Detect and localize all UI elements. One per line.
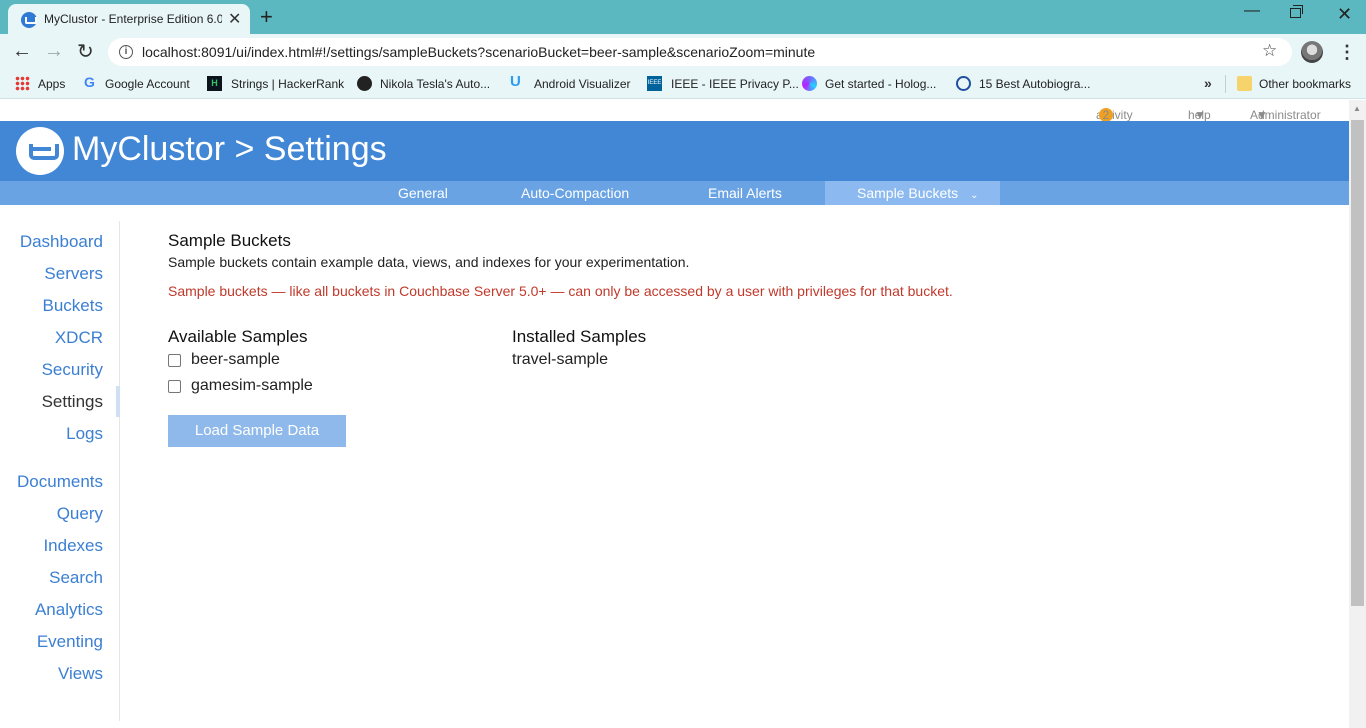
browser-toolbar: ← → ↻ i localhost:8091/ui/index.html#!/s… [0,34,1366,70]
bookmark-hackerrank[interactable]: Strings | HackerRank [231,77,344,91]
couchbase-logo-icon[interactable] [16,127,64,175]
sidebar-item-query[interactable]: Query [57,504,103,524]
window-close-icon[interactable]: ✕ [1337,4,1352,25]
sidebar-item-servers[interactable]: Servers [44,264,103,284]
sidebar-item-settings[interactable]: Settings [42,392,103,412]
installed-sample-item: travel-sample [512,351,609,368]
sidebar-item-eventing[interactable]: Eventing [37,632,103,652]
sidebar-item-logs[interactable]: Logs [66,424,103,444]
bookmark-autobiography[interactable]: 15 Best Autobiogra... [979,77,1090,91]
load-sample-data-button[interactable]: Load Sample Data [168,415,346,447]
url-text[interactable]: localhost:8091/ui/index.html#!/settings/… [142,44,815,60]
sidebar-item-views[interactable]: Views [58,664,103,684]
hologram-icon[interactable] [802,76,817,91]
beer-sample-checkbox[interactable] [168,354,181,367]
bookmarks-divider [1225,75,1226,93]
tab-email-alerts[interactable]: Email Alerts [708,181,782,205]
couchbase-favicon-icon [21,12,37,28]
active-item-marker [116,386,120,417]
more-bookmarks-icon[interactable]: » [1204,75,1212,91]
minimize-icon[interactable]: — [1244,2,1260,20]
tab-close-icon[interactable]: ✕ [228,9,241,29]
folder-icon[interactable] [1237,76,1252,91]
activity-count-badge: 2 [1099,108,1113,122]
privileges-warning: Sample buckets — like all buckets in Cou… [168,283,953,299]
top-utility-bar: activity 2 help ▼ Administrator ▼ [0,100,1349,122]
gamesim-sample-checkbox[interactable] [168,380,181,393]
settings-subnav: General Auto-Compaction Email Alerts Sam… [0,181,1349,205]
sidebar-item-documents[interactable]: Documents [17,472,103,492]
chevron-down-icon: ⌄ [970,190,979,201]
section-title: Sample Buckets [168,231,291,250]
app-viewport: activity 2 help ▼ Administrator ▼ MyClustor… [0,100,1366,728]
help-caret-icon: ▼ [1194,108,1206,122]
vertical-scrollbar[interactable]: ▲ [1349,100,1366,728]
bookmark-hologram[interactable]: Get started - Holog... [825,77,936,91]
bookmark-tesla[interactable]: Nikola Tesla's Auto... [380,77,490,91]
bookmark-google-account[interactable]: Google Account [105,77,190,91]
section-description: Sample buckets contain example data, vie… [168,254,690,270]
profile-avatar[interactable] [1301,41,1323,63]
app-header: MyClustor > Settings [0,121,1349,181]
scroll-thumb[interactable] [1351,120,1364,606]
main-sidenav: Dashboard Servers Buckets XDCR Security … [0,221,120,721]
tab-sample-buckets-label: Sample Buckets [857,185,959,201]
back-arrow-icon[interactable]: ← [12,40,32,63]
bookmark-other[interactable]: Other bookmarks [1259,77,1351,91]
sidebar-item-security[interactable]: Security [42,360,103,380]
sidebar-item-xdcr[interactable]: XDCR [55,328,103,348]
ieee-icon[interactable]: IEEE [647,76,662,91]
tab-sample-buckets[interactable]: Sample Buckets ⌄ [825,181,1000,205]
tab-auto-compaction[interactable]: Auto-Compaction [521,181,629,205]
sidebar-item-dashboard[interactable]: Dashboard [20,232,103,252]
bookmark-ieee[interactable]: IEEE - IEEE Privacy P... [671,77,799,91]
tab-general[interactable]: General [398,181,448,205]
user-caret-icon: ▼ [1256,108,1268,122]
browser-tabbar: MyClustor - Enterprise Edition 6.0 ✕ + —… [0,0,1366,34]
tab-title: MyClustor - Enterprise Edition 6.0 [44,12,222,26]
bookmark-android-visualizer[interactable]: Android Visualizer [534,77,631,91]
sidebar-item-indexes[interactable]: Indexes [43,536,103,556]
tesla-icon[interactable] [357,76,372,91]
bookmark-apps[interactable]: Apps [38,77,65,91]
installed-samples-heading: Installed Samples [512,327,647,346]
available-samples-heading: Available Samples [168,327,308,346]
page-title: MyClustor > Settings [72,130,387,168]
reload-icon[interactable]: ↻ [77,39,94,64]
gamesim-sample-label[interactable]: gamesim-sample [191,377,313,395]
address-bar[interactable]: i localhost:8091/ui/index.html#!/setting… [108,38,1292,66]
autobiography-icon[interactable] [956,76,971,91]
android-visualizer-icon[interactable]: U [510,73,525,90]
beer-sample-label[interactable]: beer-sample [191,351,280,369]
sidebar-item-buckets[interactable]: Buckets [43,296,103,316]
sidebar-item-search[interactable]: Search [49,568,103,588]
info-icon[interactable]: i [119,45,133,59]
hackerrank-icon[interactable]: H [207,76,222,91]
new-tab-icon[interactable]: + [260,4,273,30]
restore-icon[interactable] [1290,5,1303,18]
apps-icon[interactable] [15,76,30,91]
scroll-up-icon[interactable]: ▲ [1353,104,1361,113]
bookmark-star-icon[interactable]: ☆ [1262,41,1277,61]
forward-arrow-icon[interactable]: → [44,40,64,63]
sidebar-item-analytics[interactable]: Analytics [35,600,103,620]
browser-tab[interactable]: MyClustor - Enterprise Edition 6.0 ✕ [8,4,250,34]
google-icon[interactable]: G [84,74,99,90]
bookmarks-bar: Apps G Google Account H Strings | Hacker… [0,70,1366,99]
browser-menu-icon[interactable]: ⋮ [1338,42,1356,63]
